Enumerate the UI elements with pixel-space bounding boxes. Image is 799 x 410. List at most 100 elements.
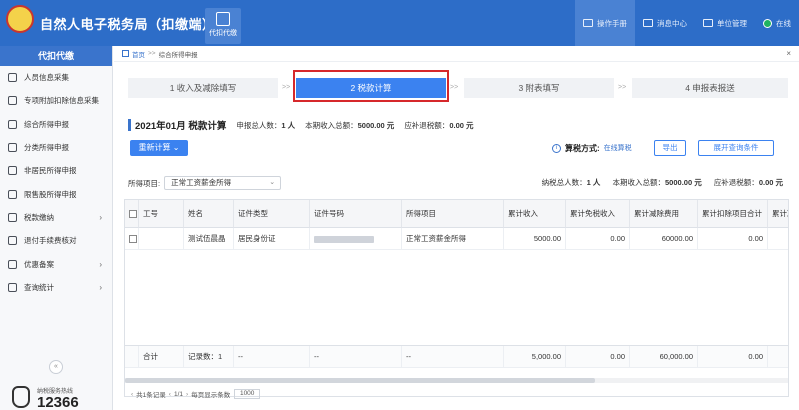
col-header-id-type: 证件类型 xyxy=(234,200,310,228)
sidebar-item-restricted-stock[interactable]: 限售股所得申报 xyxy=(0,182,112,205)
pagination: ‹ 共1条记录 ‹ 1/1 › 每页显示条数 1000 xyxy=(128,388,261,400)
footer-cum-income: 5,000.00 xyxy=(504,346,566,368)
close-tab-icon[interactable]: × xyxy=(786,49,791,58)
sidebar-item-special-deduction[interactable]: 专项附加扣除信息采集 xyxy=(0,89,112,112)
section-accent-bar xyxy=(128,119,131,131)
next-page-icon[interactable]: › xyxy=(186,391,188,398)
export-button[interactable]: 导出 xyxy=(654,140,686,156)
module-tab-label: 代扣代缴 xyxy=(209,30,237,37)
step-bar: 1 收入及减除填写 >> 2 税款计算 >> 3 附表填写 >> 4 申报表报送 xyxy=(128,78,788,98)
message-center-button[interactable]: 消息中心 xyxy=(635,0,695,46)
sidebar-item-label: 税款缴纳 xyxy=(24,212,54,222)
page-nav-icon[interactable]: ‹ xyxy=(169,391,171,398)
footer-cum-deduct-total: 0.00 xyxy=(698,346,768,368)
unit-management-button[interactable]: 单位管理 xyxy=(695,0,755,46)
footer-total-label: 合计 xyxy=(139,346,184,368)
sidebar-item-comprehensive-income[interactable]: 综合所得申报 xyxy=(0,113,112,136)
clipboard-icon xyxy=(8,96,17,106)
hotline-number: 12366 xyxy=(37,394,79,410)
step-schedule-entry[interactable]: 3 附表填写 xyxy=(464,78,614,98)
footer-empty-cell xyxy=(125,346,139,368)
page-size-label: 每页显示条数 xyxy=(191,392,231,399)
table-row[interactable]: 测试伍晨晶 居民身份证 正常工资薪金所得 5000.00 0.00 60000.… xyxy=(125,228,788,250)
col-header-cum-deduction: 累计减除费用 xyxy=(630,200,698,228)
footer-dash: -- xyxy=(234,346,310,368)
breadcrumb: 首页 >> 综合所得申报 × xyxy=(114,46,799,62)
money-icon xyxy=(8,212,17,222)
step-submit-report[interactable]: 4 申报表报送 xyxy=(632,78,788,98)
income-item-select[interactable]: 正常工资薪金所得 ⌄ xyxy=(164,176,282,190)
tax-people-value: 1 人 xyxy=(586,178,601,187)
sidebar-item-label: 限售股所得申报 xyxy=(24,189,77,199)
tax-refund-label: 应补退税额： xyxy=(713,178,759,187)
hotline: 纳税服务热线 12366 xyxy=(12,386,107,410)
sidebar-item-label: 综合所得申报 xyxy=(24,119,69,129)
top-bar: 自然人电子税务局（扣缴端） 代扣代缴 操作手册 消息中心 单位管理 在线 xyxy=(0,0,799,46)
refund-icon xyxy=(8,236,17,246)
person-icon xyxy=(8,73,17,83)
checkbox[interactable] xyxy=(129,235,137,244)
breadcrumb-separator: >> xyxy=(148,50,156,57)
sidebar: 代扣代缴 人员信息采集 专项附加扣除信息采集 综合所得申报 分类所得申报 非居民… xyxy=(0,46,113,410)
total-people-label: 申报总人数： xyxy=(236,120,282,130)
chevron-right-icon: › xyxy=(99,282,102,292)
info-icon: i xyxy=(552,143,561,153)
col-header-income-item: 所得项目 xyxy=(402,200,504,228)
page-size-input[interactable]: 1000 xyxy=(234,389,261,399)
horizontal-scrollbar[interactable] xyxy=(125,378,788,383)
total-income-label: 本期收入总额： xyxy=(305,120,358,130)
chevron-right-icon: › xyxy=(99,259,102,269)
col-header-id-number: 证件号码 xyxy=(310,200,402,228)
online-status-icon xyxy=(763,18,772,28)
col-header-cum-tax-free: 累计免税收入 xyxy=(566,200,630,228)
step-income-entry[interactable]: 1 收入及减除填写 xyxy=(128,78,278,98)
calc-method-value[interactable]: 在线算税 xyxy=(604,143,632,153)
main-content: 首页 >> 综合所得申报 × 1 收入及减除填写 >> 2 税款计算 >> 3 … xyxy=(114,46,799,410)
period-summary: 2021年01月 税款计算 申报总人数：1 人 本期收入总额：5000.00 元… xyxy=(128,118,484,132)
scrollbar-thumb[interactable] xyxy=(125,378,595,383)
manual-button[interactable]: 操作手册 xyxy=(575,0,635,46)
calc-method: i 算税方式: 在线算税 xyxy=(552,142,632,154)
lock-icon xyxy=(8,189,17,199)
home-icon xyxy=(122,50,129,57)
sidebar-item-person-info[interactable]: 人员信息采集 xyxy=(0,66,112,89)
select-all-checkbox-cell[interactable] xyxy=(125,200,139,228)
sidebar-item-nonresident-income[interactable]: 非居民所得申报 xyxy=(0,159,112,182)
sidebar-collapse-button[interactable]: « xyxy=(49,360,63,374)
expand-query-button[interactable]: 展开查询条件 xyxy=(698,140,774,156)
sidebar-item-query-stats[interactable]: 查询统计 › xyxy=(0,276,112,299)
wallet-icon xyxy=(216,12,230,26)
total-records: 共1条记录 xyxy=(136,392,166,399)
prev-page-icon[interactable]: ‹ xyxy=(131,391,133,398)
step-tax-calculation[interactable]: 2 税款计算 xyxy=(296,78,446,98)
sidebar-item-tax-payment[interactable]: 税款缴纳 › xyxy=(0,206,112,229)
redacted-id-number xyxy=(314,235,374,243)
top-actions: 操作手册 消息中心 单位管理 在线 xyxy=(575,0,799,46)
manual-label: 操作手册 xyxy=(597,18,627,28)
breadcrumb-home[interactable]: 首页 xyxy=(132,49,145,59)
recalculate-label: 重新计算 xyxy=(138,143,171,152)
sidebar-item-classified-income[interactable]: 分类所得申报 xyxy=(0,136,112,159)
col-header-name: 姓名 xyxy=(184,200,234,228)
checkbox[interactable] xyxy=(129,210,137,219)
col-header-cum-income: 累计收入 xyxy=(504,200,566,228)
online-status[interactable]: 在线 xyxy=(755,0,799,46)
recalculate-button[interactable]: 重新计算 ⌄ xyxy=(130,140,188,156)
total-income-value: 5000.00 元 xyxy=(357,120,395,130)
sidebar-item-refund-check[interactable]: 退付手续费核对 xyxy=(0,229,112,252)
globe-icon xyxy=(8,166,17,176)
search-icon xyxy=(8,282,17,292)
step-arrow: >> xyxy=(450,84,459,91)
tax-emblem-logo xyxy=(6,5,34,33)
cell-cum-income: 5000.00 xyxy=(504,228,566,250)
sidebar-item-preferential-filing[interactable]: 优惠备案 › xyxy=(0,252,112,275)
module-tab-withholding[interactable]: 代扣代缴 xyxy=(205,8,241,44)
col-header-cum-quasi: 累计准 xyxy=(768,200,788,228)
row-checkbox-cell[interactable] xyxy=(125,228,139,250)
income-item-selected: 正常工资薪金所得 xyxy=(171,178,232,187)
footer-empty-cell xyxy=(768,346,788,368)
cell-name: 测试伍晨晶 xyxy=(184,228,234,250)
filter-row: 所得项目: 正常工资薪金所得 ⌄ xyxy=(128,175,282,191)
sidebar-header: 代扣代缴 xyxy=(0,46,112,66)
gift-icon xyxy=(8,259,17,269)
